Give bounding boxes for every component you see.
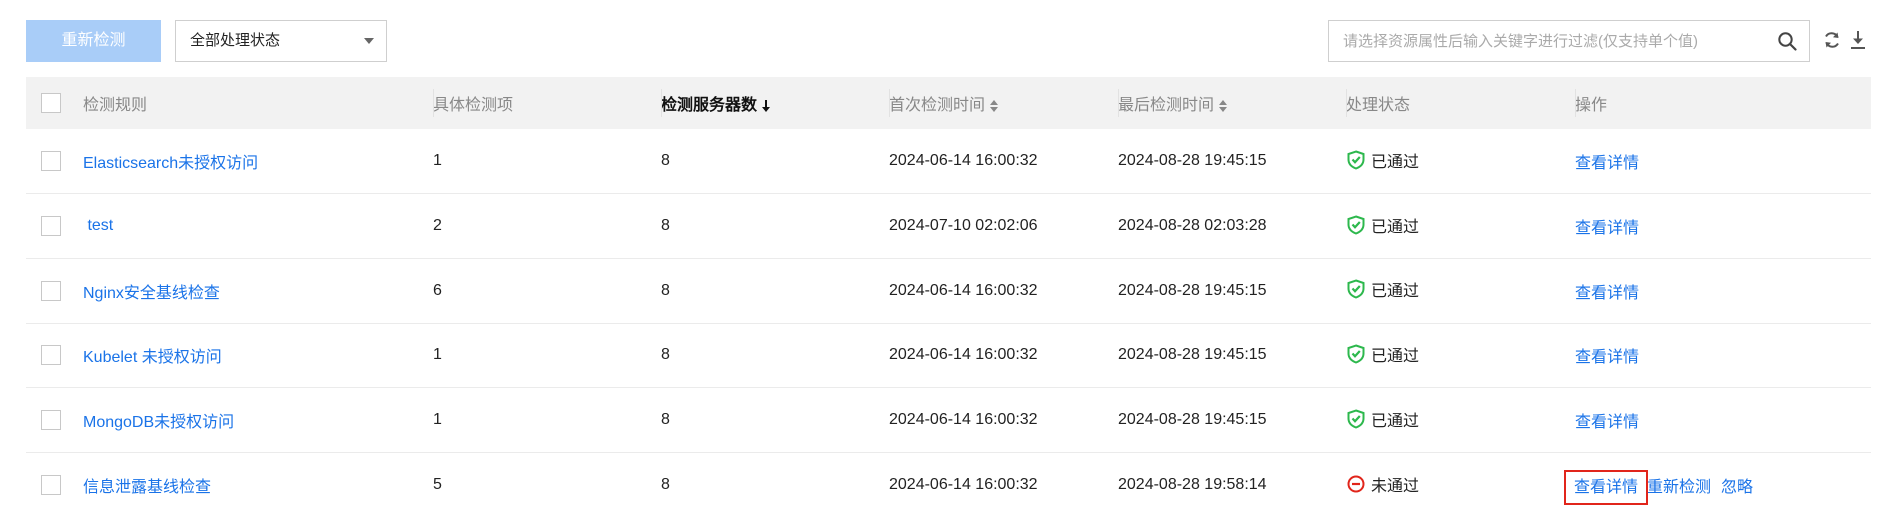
- shield-check-icon: [1347, 409, 1365, 429]
- status-badge: 未通过: [1346, 472, 1419, 496]
- status-badge: 已通过: [1346, 148, 1419, 172]
- table-row: Elasticsearch未授权访问 1 8 2024-06-14 16:00:…: [26, 129, 1871, 194]
- first-time: 2024-06-14 16:00:32: [889, 411, 1038, 429]
- last-time: 2024-08-28 19:45:15: [1118, 152, 1267, 170]
- sort-updown-icon[interactable]: [989, 99, 999, 113]
- shield-check-icon: [1347, 279, 1365, 299]
- last-time: 2024-08-28 02:03:28: [1118, 217, 1267, 235]
- search-box: [1328, 20, 1810, 62]
- shield-check-icon: [1347, 344, 1365, 364]
- view-details-link[interactable]: 查看详情: [1575, 155, 1639, 172]
- row-checkbox[interactable]: [41, 475, 61, 496]
- chevron-down-icon: [364, 38, 374, 44]
- status-filter-value: 全部处理状态: [190, 32, 281, 49]
- minus-circle-icon: [1347, 475, 1365, 493]
- status-badge: 已通过: [1346, 213, 1419, 237]
- recheck-button[interactable]: 重新检测: [26, 20, 161, 62]
- shield-check-icon: [1347, 150, 1365, 170]
- row-checkbox[interactable]: [41, 280, 61, 301]
- ignore-link[interactable]: 忽略: [1721, 479, 1753, 496]
- row-checkbox[interactable]: [41, 410, 61, 431]
- header-actions: 操作: [1575, 77, 1871, 129]
- header-servers[interactable]: 检测服务器数: [661, 77, 889, 129]
- items-count: 6: [433, 281, 442, 299]
- header-rule: 检测规则: [83, 97, 148, 114]
- table-row: Nginx安全基线检查 6 8 2024-06-14 16:00:32 2024…: [26, 258, 1871, 324]
- first-time: 2024-06-14 16:00:32: [889, 281, 1038, 299]
- servers-count: 8: [661, 217, 670, 235]
- row-checkbox[interactable]: [41, 216, 61, 237]
- header-items: 具体检测项: [433, 77, 661, 129]
- items-count: 1: [433, 411, 442, 429]
- first-time: 2024-07-10 02:02:06: [889, 217, 1038, 235]
- shield-check-icon: [1347, 214, 1365, 235]
- table-header-row: 检测规则 具体检测项 检测服务器数 首次检测时间 最后检测时间 处理状态 操作: [26, 77, 1871, 129]
- row-checkbox[interactable]: [41, 345, 61, 366]
- table-row: 信息泄露基线检查 5 8 2024-06-14 16:00:32 2024-08…: [26, 452, 1871, 517]
- search-icon[interactable]: [1777, 31, 1797, 51]
- servers-count: 8: [661, 476, 670, 494]
- status-badge: 已通过: [1346, 277, 1419, 301]
- first-time: 2024-06-14 16:00:32: [889, 346, 1038, 364]
- servers-count: 8: [661, 152, 670, 170]
- last-time: 2024-08-28 19:58:14: [1118, 476, 1267, 494]
- items-count: 1: [433, 346, 442, 364]
- items-count: 5: [433, 476, 442, 494]
- view-details-link[interactable]: 查看详情: [1575, 220, 1639, 237]
- sort-updown-icon[interactable]: [1218, 99, 1228, 113]
- select-all-checkbox[interactable]: [41, 93, 61, 113]
- servers-count: 8: [661, 281, 670, 299]
- rule-link[interactable]: 信息泄露基线检查: [83, 479, 211, 496]
- servers-count: 8: [661, 411, 670, 429]
- items-count: 2: [433, 217, 442, 235]
- arrow-down-icon[interactable]: [761, 99, 771, 113]
- rule-link[interactable]: MongoDB未授权访问: [83, 414, 234, 431]
- refresh-icon[interactable]: [1822, 30, 1842, 50]
- first-time: 2024-06-14 16:00:32: [889, 476, 1038, 494]
- rule-link[interactable]: test: [83, 217, 113, 234]
- status-filter-select[interactable]: 全部处理状态: [175, 20, 387, 62]
- view-details-link[interactable]: 查看详情: [1575, 285, 1639, 302]
- toolbar: 重新检测 全部处理状态: [26, 20, 1871, 62]
- view-details-link[interactable]: 查看详情: [1575, 349, 1639, 366]
- items-count: 1: [433, 152, 442, 170]
- view-details-link[interactable]: 查看详情: [1563, 470, 1649, 506]
- row-checkbox[interactable]: [41, 151, 61, 172]
- last-time: 2024-08-28 19:45:15: [1118, 411, 1267, 429]
- table-row: Kubelet 未授权访问 1 8 2024-06-14 16:00:32 20…: [26, 323, 1871, 388]
- last-time: 2024-08-28 19:45:15: [1118, 346, 1267, 364]
- header-status: 处理状态: [1346, 77, 1575, 129]
- header-last-time[interactable]: 最后检测时间: [1118, 77, 1346, 129]
- servers-count: 8: [661, 346, 670, 364]
- recheck-link[interactable]: 重新检测: [1647, 479, 1711, 496]
- first-time: 2024-06-14 16:00:32: [889, 152, 1038, 170]
- rule-link[interactable]: Nginx安全基线检查: [83, 285, 220, 302]
- header-select-all[interactable]: [26, 77, 83, 129]
- results-table: 检测规则 具体检测项 检测服务器数 首次检测时间 最后检测时间 处理状态 操作 …: [26, 77, 1871, 517]
- table-row: MongoDB未授权访问 1 8 2024-06-14 16:00:32 202…: [26, 388, 1871, 453]
- status-badge: 已通过: [1346, 407, 1419, 431]
- search-input[interactable]: [1329, 21, 1759, 61]
- rule-link[interactable]: Elasticsearch未授权访问: [83, 155, 258, 172]
- table-row: test 2 8 2024-07-10 02:02:06 2024-08-28 …: [26, 194, 1871, 259]
- download-icon[interactable]: [1848, 29, 1868, 51]
- last-time: 2024-08-28 19:45:15: [1118, 281, 1267, 299]
- status-badge: 已通过: [1346, 342, 1419, 366]
- view-details-link[interactable]: 查看详情: [1575, 414, 1639, 431]
- header-first-time[interactable]: 首次检测时间: [889, 77, 1118, 129]
- rule-link[interactable]: Kubelet 未授权访问: [83, 349, 222, 366]
